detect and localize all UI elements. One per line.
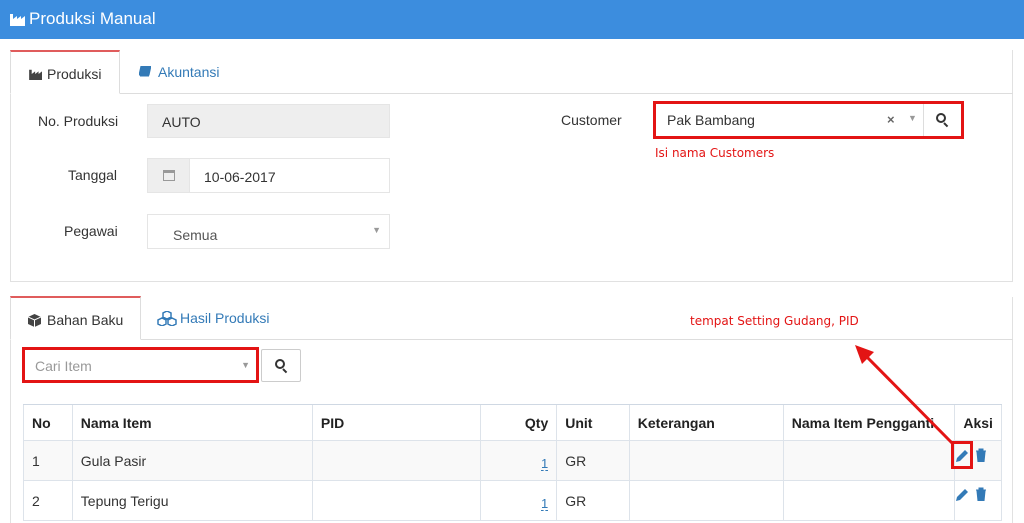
trash-icon[interactable]	[974, 487, 988, 501]
tab-label: Produksi	[47, 66, 102, 82]
tanggal-label: Tanggal	[68, 167, 118, 183]
cell-pengganti	[782, 480, 956, 521]
cell-qty: 1	[479, 440, 558, 481]
column-header: Qty	[479, 404, 558, 441]
cell-nama-item: Gula Pasir	[71, 440, 313, 481]
cell-pid	[311, 480, 481, 521]
tab-label: Hasil Produksi	[180, 310, 270, 326]
item-search-button[interactable]	[261, 349, 301, 382]
customer-label: Customer	[561, 112, 622, 128]
clear-icon[interactable]: ×	[887, 112, 895, 127]
cube-icon	[28, 314, 41, 327]
cell-unit: GR	[556, 480, 630, 521]
qty-edit-link[interactable]: 1	[541, 457, 549, 471]
cell-no: 1	[23, 440, 73, 481]
column-header: Nama Item	[71, 404, 313, 441]
cell-pid	[311, 440, 481, 481]
tab-hasil-produksi[interactable]: Hasil Produksi	[141, 296, 291, 340]
calendar-addon[interactable]	[148, 159, 190, 192]
cubes-icon	[157, 311, 177, 326]
customer-search-button[interactable]	[924, 104, 961, 136]
tab-akuntansi[interactable]: Akuntansi	[120, 50, 240, 94]
cari-item-placeholder: Cari Item	[35, 358, 92, 374]
page-title: Produksi Manual	[29, 9, 156, 28]
cell-no: 2	[23, 480, 73, 521]
calendar-icon	[163, 170, 175, 181]
pegawai-value: Semua	[173, 227, 218, 243]
cell-keterangan	[628, 480, 784, 521]
tab-label: Bahan Baku	[47, 312, 124, 328]
title-bar: Produksi Manual	[0, 0, 1024, 39]
setting-note: tempat Setting Gudang, PID	[690, 314, 859, 328]
customer-value: Pak Bambang	[667, 112, 755, 128]
no-produksi-field: AUTO	[147, 104, 390, 138]
column-header: Unit	[556, 404, 630, 441]
qty-edit-link[interactable]: 1	[541, 497, 549, 511]
customer-select[interactable]: Pak Bambang × ▼	[653, 101, 964, 139]
chevron-down-icon[interactable]: ▼	[908, 113, 917, 123]
factory-icon	[10, 14, 25, 26]
pegawai-select[interactable]: Semua ▼	[147, 214, 390, 249]
tab-bahan-baku[interactable]: Bahan Baku	[10, 296, 141, 340]
tab-label: Akuntansi	[158, 64, 220, 80]
tab-produksi[interactable]: Produksi	[10, 50, 120, 94]
factory-icon	[29, 69, 42, 80]
column-header: Keterangan	[628, 404, 784, 441]
book-icon	[139, 66, 151, 77]
chevron-down-icon: ▼	[241, 360, 250, 370]
customer-note: Isi nama Customers	[655, 146, 775, 160]
search-icon	[936, 113, 949, 128]
trash-icon[interactable]	[974, 448, 988, 462]
column-header: No	[23, 404, 73, 441]
tanggal-field[interactable]: 10-06-2017	[147, 158, 390, 193]
chevron-down-icon: ▼	[372, 225, 381, 235]
pencil-icon[interactable]	[955, 488, 969, 502]
no-produksi-value: AUTO	[162, 114, 201, 130]
search-icon	[275, 359, 288, 374]
column-header: Aksi	[954, 404, 1002, 441]
cell-qty: 1	[479, 480, 558, 521]
cell-nama-item: Tepung Terigu	[71, 480, 313, 521]
arrow-icon	[855, 345, 955, 446]
table-row: 2 Tepung Terigu 1 GR	[23, 480, 1002, 521]
cell-unit: GR	[556, 440, 630, 481]
tanggal-value: 10-06-2017	[204, 169, 276, 185]
cari-item-select[interactable]: Cari Item ▼	[22, 347, 259, 383]
no-produksi-label: No. Produksi	[38, 113, 119, 129]
pegawai-label: Pegawai	[64, 223, 118, 239]
column-header: PID	[311, 404, 481, 441]
cell-keterangan	[628, 440, 784, 481]
